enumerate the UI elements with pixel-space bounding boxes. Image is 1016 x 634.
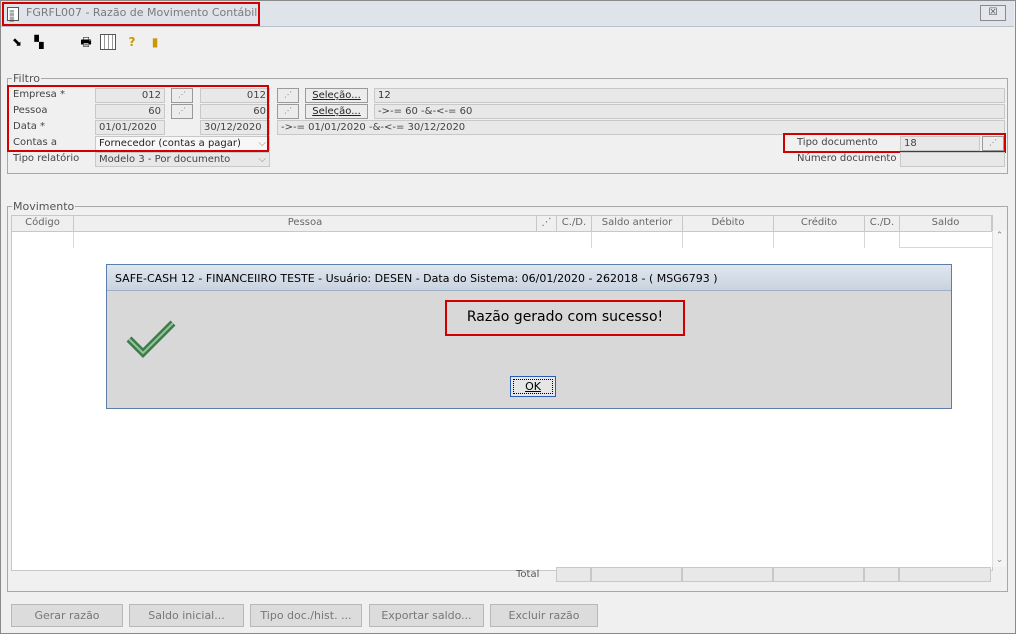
scroll-up-icon[interactable]: ⌃ xyxy=(993,231,1006,241)
tipo-doc-hist-button[interactable]: Tipo doc./hist. ... xyxy=(250,604,362,627)
scroll-down-icon[interactable]: ⌄ xyxy=(993,555,1006,565)
vertical-scrollbar[interactable]: ⌃ ⌄ xyxy=(992,231,1006,567)
empresa-lookup2-button[interactable]: ⋰ xyxy=(277,88,299,103)
table-cell xyxy=(12,232,74,248)
col-debito[interactable]: Débito xyxy=(683,216,774,232)
col-codigo[interactable]: Código xyxy=(12,216,74,232)
print-icon[interactable]: 🖶 xyxy=(78,34,94,50)
excluir-razao-button[interactable]: Excluir razão xyxy=(490,604,598,627)
numero-documento-label: Número documento xyxy=(797,153,897,164)
pessoa-summary: ->-= 60 -&-<-= 60 xyxy=(374,104,1005,119)
dialog-message: Razão gerado com sucesso! xyxy=(466,309,664,325)
total-label: Total xyxy=(516,569,540,580)
table-cell xyxy=(592,232,683,248)
ok-button[interactable]: OK xyxy=(510,376,556,397)
dialog-title: SAFE-CASH 12 - FINANCEIIRO TESTE - Usuár… xyxy=(107,265,951,291)
col-cd2[interactable]: C./D. xyxy=(865,216,900,232)
col-pessoa[interactable]: Pessoa xyxy=(74,216,537,232)
total-saldo xyxy=(899,567,991,582)
arrow-in-icon[interactable]: ⬊ xyxy=(9,34,25,50)
col-pessoa-lookup-icon[interactable]: ⋰ xyxy=(537,216,557,232)
col-saldo-anterior[interactable]: Saldo anterior xyxy=(592,216,683,232)
saldo-inicial-button[interactable]: Saldo inicial... xyxy=(129,604,244,627)
tipo-relatorio-select[interactable]: Modelo 3 - Por documento ⌵ xyxy=(95,152,270,167)
pessoa-lookup2-button[interactable]: ⋰ xyxy=(277,104,299,119)
tipo-relatorio-value: Modelo 3 - Por documento xyxy=(99,154,231,165)
filtro-highlight xyxy=(7,85,269,152)
empresa-selecao-button[interactable]: Seleção... xyxy=(305,88,368,103)
movimento-label: Movimento xyxy=(12,200,76,213)
total-cd2 xyxy=(864,567,899,582)
numero-documento-field[interactable] xyxy=(900,152,1005,167)
pessoa-selecao-button[interactable]: Seleção... xyxy=(305,104,368,119)
table-cell xyxy=(774,232,865,248)
total-debito xyxy=(682,567,773,582)
copy-icon[interactable]: ▚ xyxy=(31,34,47,50)
col-cd1[interactable]: C./D. xyxy=(557,216,592,232)
chevron-down-icon: ⌵ xyxy=(258,154,266,165)
title-highlight xyxy=(2,2,260,26)
calendar-icon[interactable] xyxy=(100,34,116,50)
empresa-summary: 12 xyxy=(374,88,1005,103)
total-credito xyxy=(773,567,864,582)
help-icon[interactable]: ? xyxy=(124,34,140,50)
total-cd1 xyxy=(556,567,591,582)
col-credito[interactable]: Crédito xyxy=(774,216,865,232)
ok-label: OK xyxy=(525,380,541,393)
col-saldo[interactable]: Saldo xyxy=(900,216,992,232)
filtro-label: Filtro xyxy=(12,72,41,85)
gerar-razao-button[interactable]: Gerar razão xyxy=(11,604,123,627)
table-cell xyxy=(865,232,900,248)
table-cell xyxy=(74,232,592,248)
total-saldo-anterior xyxy=(591,567,682,582)
close-button[interactable]: ☒ xyxy=(980,5,1006,21)
exportar-saldo-button[interactable]: Exportar saldo... xyxy=(369,604,484,627)
tipo-relatorio-label: Tipo relatório xyxy=(13,153,80,164)
message-dialog: SAFE-CASH 12 - FINANCEIIRO TESTE - Usuár… xyxy=(106,264,952,409)
exit-icon[interactable]: ▮ xyxy=(147,34,163,50)
tipo-documento-highlight xyxy=(783,133,1006,153)
checkmark-icon xyxy=(123,317,179,363)
table-cell xyxy=(683,232,774,248)
